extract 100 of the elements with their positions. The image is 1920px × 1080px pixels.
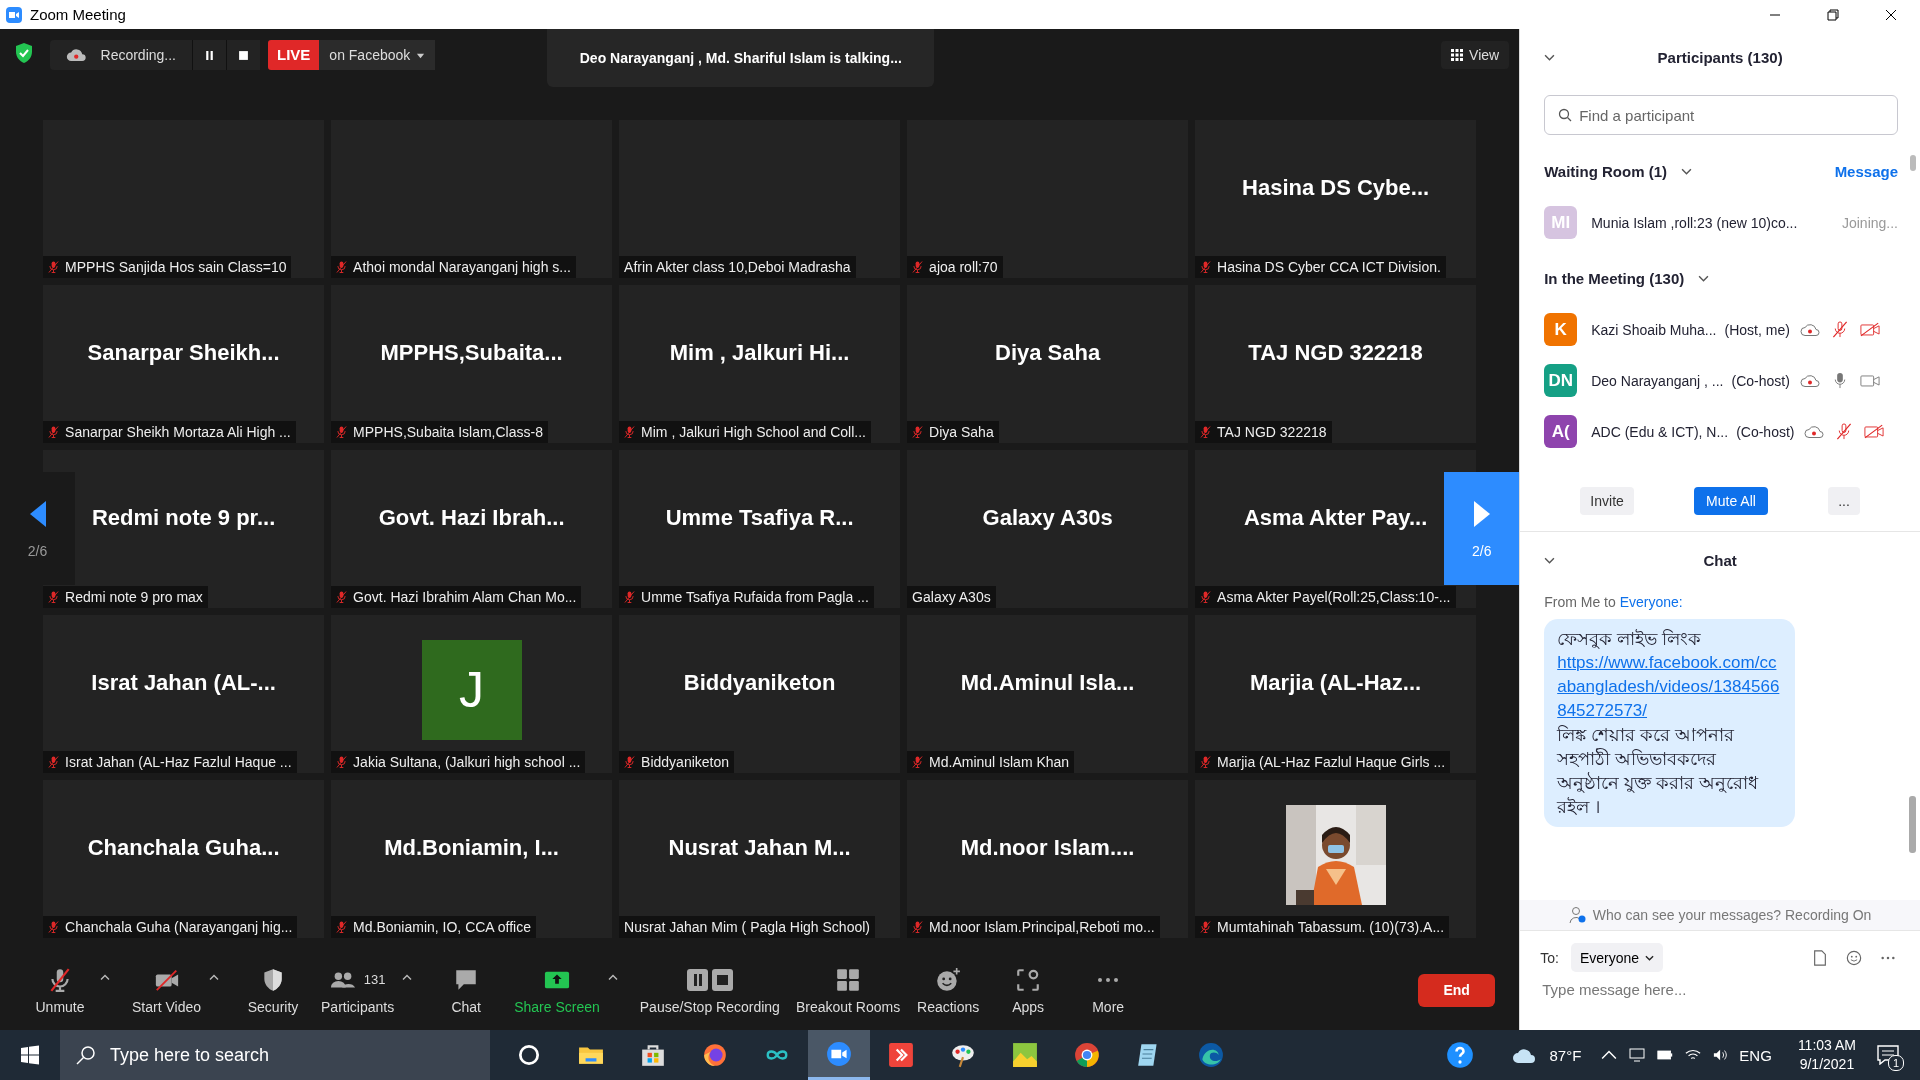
participant-name: Marjia (AL-Haz Fazlul Haque Girls ...: [1217, 754, 1446, 770]
participant-role: (Co-host): [1736, 423, 1795, 440]
toolbar-button[interactable]: Apps: [988, 961, 1069, 1019]
message-text: লিঙ্ক শেয়ার করে আপনার সহপাঠী অভিভাবকদের অনুষ্ঠানে যুক্ত করার অনুরোধ রইল ।: [1557, 724, 1760, 819]
participant-name: Jakia Sultana, (Jalkuri high school ...: [353, 754, 581, 770]
panel-button[interactable]: ...: [1828, 487, 1860, 515]
participant-row[interactable]: A( ADC (Edu & ICT), N... (Co-host): [1544, 406, 1898, 457]
chevron-icon[interactable]: [1680, 167, 1692, 175]
toolbar-button[interactable]: More: [1068, 961, 1149, 1019]
image-icon: [1012, 1042, 1038, 1068]
avatar: DN: [1544, 364, 1578, 397]
participant-name: Md.Boniamin, IO, CCA office: [353, 919, 532, 935]
participant-display-name: Galaxy A30s: [982, 505, 1113, 531]
participant-count: 131: [363, 972, 386, 987]
live-target-dropdown[interactable]: on Facebook: [319, 40, 436, 70]
participant-name: Deo Narayanganj , ...: [1591, 372, 1724, 389]
wifi-icon[interactable]: [1685, 1048, 1702, 1062]
participant-display-name: Biddyaniketon: [683, 670, 836, 696]
participant-name: Afrin Akter class 10,Deboi Madrasha: [624, 259, 851, 275]
waiting-participant[interactable]: MI Munia Islam ,roll:23 (new 10)co... Joining...: [1544, 197, 1898, 248]
participant-name: Biddyaniketon: [641, 754, 730, 770]
file-icon[interactable]: [1812, 949, 1828, 966]
toolbar-button[interactable]: 131 Participants: [313, 961, 403, 1019]
windows-start-icon[interactable]: [20, 1045, 40, 1065]
participant-display-name: Md.Boniamin, I...: [384, 835, 559, 861]
collapse-icon[interactable]: [1544, 556, 1556, 564]
cloud-icon[interactable]: [1511, 1046, 1538, 1064]
pause-button[interactable]: [192, 40, 226, 70]
notice-text: Who can see your messages? Recording On: [1592, 907, 1872, 923]
fox-globe-icon: [702, 1042, 728, 1068]
notification-button[interactable]: 1: [1868, 1035, 1908, 1075]
palette-icon: [950, 1042, 976, 1068]
participant-display-name: Redmi note 9 pr...: [91, 505, 276, 531]
search-field[interactable]: Type here to search: [60, 1030, 490, 1080]
language-indicator[interactable]: ENG: [1739, 1046, 1772, 1064]
time: 11:03 AM: [1797, 1036, 1856, 1055]
participant-display-name: TAJ NGD 322218: [1248, 340, 1423, 366]
toolbar-button[interactable]: Breakout Rooms: [787, 961, 909, 1019]
participant-name: Umme Tsafiya Rufaida from Pagla ...: [641, 589, 869, 605]
toolbar-button[interactable]: Start Video: [124, 961, 209, 1019]
participant-row[interactable]: K Kazi Shoaib Muha... (Host, me): [1544, 304, 1898, 355]
collapse-icon[interactable]: [1544, 53, 1556, 61]
grid-icon: [835, 966, 861, 993]
clock[interactable]: 11:03 AM 9/1/2021: [1797, 1036, 1856, 1074]
scrollbar[interactable]: [1909, 796, 1916, 853]
temperature[interactable]: 87°F: [1549, 1046, 1582, 1064]
chrome-icon: [1074, 1042, 1100, 1068]
message-link[interactable]: Message: [1834, 162, 1898, 180]
caret-icon[interactable]: [100, 973, 110, 981]
chevron-up-icon[interactable]: [1601, 1048, 1618, 1062]
search-field[interactable]: Find a participant: [1544, 95, 1898, 135]
emoji-icon[interactable]: [1846, 949, 1862, 966]
view-button[interactable]: View: [1441, 41, 1510, 69]
live-badge: LIVE: [268, 40, 320, 70]
caret-icon[interactable]: [402, 973, 413, 981]
grid-icon: [1451, 49, 1464, 61]
battery-icon[interactable]: [1657, 1048, 1674, 1062]
participant-name: Kazi Shoaib Muha...: [1591, 321, 1717, 338]
smiley-plus-icon: [935, 966, 962, 993]
section-title: Waiting Room (1): [1544, 162, 1667, 180]
stop-button[interactable]: [226, 40, 260, 70]
participant-name: TAJ NGD 322218: [1217, 424, 1327, 440]
participant-display-name: Asma Akter Pay...: [1243, 505, 1428, 531]
notice-bar[interactable]: Who can see your messages? Recording On: [1520, 900, 1920, 931]
avatar: MI: [1544, 206, 1578, 239]
pause-icon: [204, 49, 215, 61]
participant-name: Athoi mondal Narayanganj high s...: [353, 259, 571, 275]
participant-name: Govt. Hazi Ibrahim Alam Chan Mo...: [353, 589, 577, 605]
caret-icon[interactable]: [209, 973, 219, 981]
toolbar-button[interactable]: Reactions: [908, 961, 989, 1019]
participant-row[interactable]: DN Deo Narayanganj , ... (Co-host): [1544, 355, 1898, 406]
window-title: Zoom Meeting: [30, 6, 126, 23]
participant-name: Munia Islam ,roll:23 (new 10)co...: [1591, 214, 1798, 231]
panel-button[interactable]: Invite: [1580, 487, 1634, 515]
help-icon[interactable]: [1445, 1041, 1474, 1069]
end-button[interactable]: End: [1418, 973, 1496, 1007]
toolbar-button[interactable]: Share Screen: [506, 961, 608, 1019]
panel-button[interactable]: Mute All: [1694, 487, 1768, 515]
message-link[interactable]: https://www.facebook.com/ccabangladesh/videos/1384566845272573/: [1557, 651, 1783, 723]
caret-icon[interactable]: [607, 973, 618, 981]
recipient-link[interactable]: Everyone:: [1619, 594, 1683, 610]
participant-display-name: Marjia (AL-Haz...: [1250, 670, 1422, 696]
recipient-dropdown[interactable]: Everyone: [1570, 943, 1664, 972]
participant-role: (Host, me): [1724, 321, 1790, 338]
toolbar-button[interactable]: Unmute: [20, 961, 100, 1019]
toolbar-button[interactable]: Chat: [426, 961, 507, 1019]
monitor-icon[interactable]: [1629, 1048, 1646, 1062]
participant-name: Md.Aminul Islam Khan: [929, 754, 1070, 770]
speaker-icon[interactable]: [1713, 1048, 1730, 1062]
participant-name: Redmi note 9 pro max: [65, 589, 203, 605]
participant-name: Sanarpar Sheikh Mortaza Ali High ...: [65, 424, 291, 440]
toolbar-button[interactable]: Security: [233, 961, 313, 1019]
chevron-icon[interactable]: [1698, 274, 1710, 282]
zoom-logo-icon: [6, 6, 22, 23]
avatar: J: [421, 640, 522, 740]
participant-name: Chanchala Guha (Narayanganj hig...: [65, 919, 293, 935]
scrollbar[interactable]: [1910, 155, 1916, 171]
toolbar-button[interactable]: Pause/Stop Recording: [631, 961, 788, 1019]
taskbar-app[interactable]: [808, 1030, 870, 1080]
sender: From Me to: [1544, 594, 1616, 610]
